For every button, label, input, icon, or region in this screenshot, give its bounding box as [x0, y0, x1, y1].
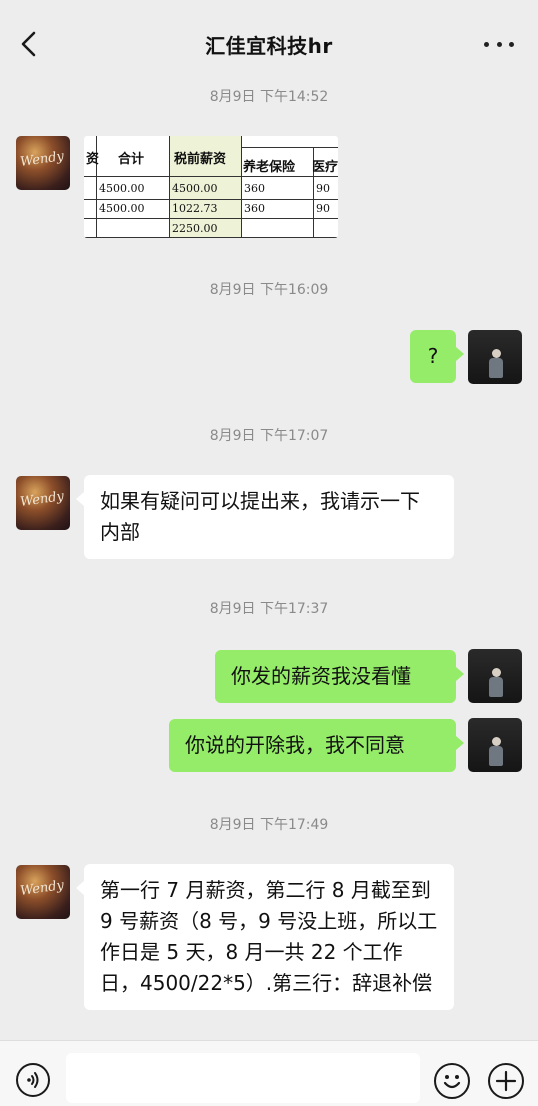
- table-cell: 4500.00: [172, 182, 218, 195]
- table-cell: 1022.73: [172, 202, 218, 215]
- received-message[interactable]: 第一行 7 月薪资，第二行 8 月截至到 9 号薪资（8 号，9 号没上班，所以…: [76, 864, 454, 1010]
- timestamp: 8月9日 下午17:49: [209, 817, 329, 833]
- avatar-me[interactable]: [468, 718, 522, 772]
- table-cell: 90: [316, 202, 330, 215]
- sent-message[interactable]: ?: [410, 330, 464, 383]
- avatar-signature: Wendy: [19, 149, 65, 170]
- avatar-hr[interactable]: Wendy: [16, 476, 70, 530]
- sent-message[interactable]: 你说的开除我，我不同意: [169, 719, 464, 772]
- message-input[interactable]: [66, 1053, 420, 1103]
- salary-table-image: 资 合计 税前薪资 养老保险 医疗 4500.00 4500.00 360 90…: [84, 136, 338, 238]
- avatar-hr[interactable]: Wendy: [16, 865, 70, 919]
- table-header: 资: [86, 152, 100, 167]
- table-header: 医疗: [312, 160, 338, 175]
- avatar-signature: Wendy: [19, 878, 65, 899]
- table-header: 税前薪资: [174, 152, 227, 167]
- table-header: 合计: [118, 152, 145, 167]
- table-cell: 4500.00: [99, 202, 145, 215]
- table-header: 养老保险: [243, 160, 296, 175]
- timestamp: 8月9日 下午17:07: [209, 428, 329, 444]
- emoji-icon[interactable]: [434, 1063, 470, 1099]
- composer-bar: [0, 1040, 538, 1106]
- avatar-hr[interactable]: Wendy: [16, 136, 70, 190]
- table-cell: 4500.00: [99, 182, 145, 195]
- more-dots-icon[interactable]: [484, 34, 514, 54]
- image-message[interactable]: 资 合计 税前薪资 养老保险 医疗 4500.00 4500.00 360 90…: [84, 136, 338, 238]
- table-cell: 2250.00: [172, 222, 218, 235]
- table-cell: 90: [316, 182, 330, 195]
- timestamp: 8月9日 下午17:37: [209, 601, 329, 617]
- plus-icon[interactable]: [488, 1063, 524, 1099]
- chat-title: 汇佳宜科技hr: [205, 34, 333, 58]
- table-cell: 360: [244, 182, 265, 195]
- avatar-me[interactable]: [468, 649, 522, 703]
- timestamp: 8月9日 下午14:52: [209, 89, 329, 105]
- avatar-me[interactable]: [468, 330, 522, 384]
- voice-icon[interactable]: [16, 1063, 50, 1097]
- table-cell: 360: [244, 202, 265, 215]
- timestamp: 8月9日 下午16:09: [209, 282, 329, 298]
- avatar-signature: Wendy: [19, 489, 65, 510]
- sent-message[interactable]: 你发的薪资我没看懂: [215, 650, 464, 703]
- received-message[interactable]: 如果有疑问可以提出来，我请示一下内部: [76, 475, 454, 559]
- top-bar: 汇佳宜科技hr: [0, 0, 538, 78]
